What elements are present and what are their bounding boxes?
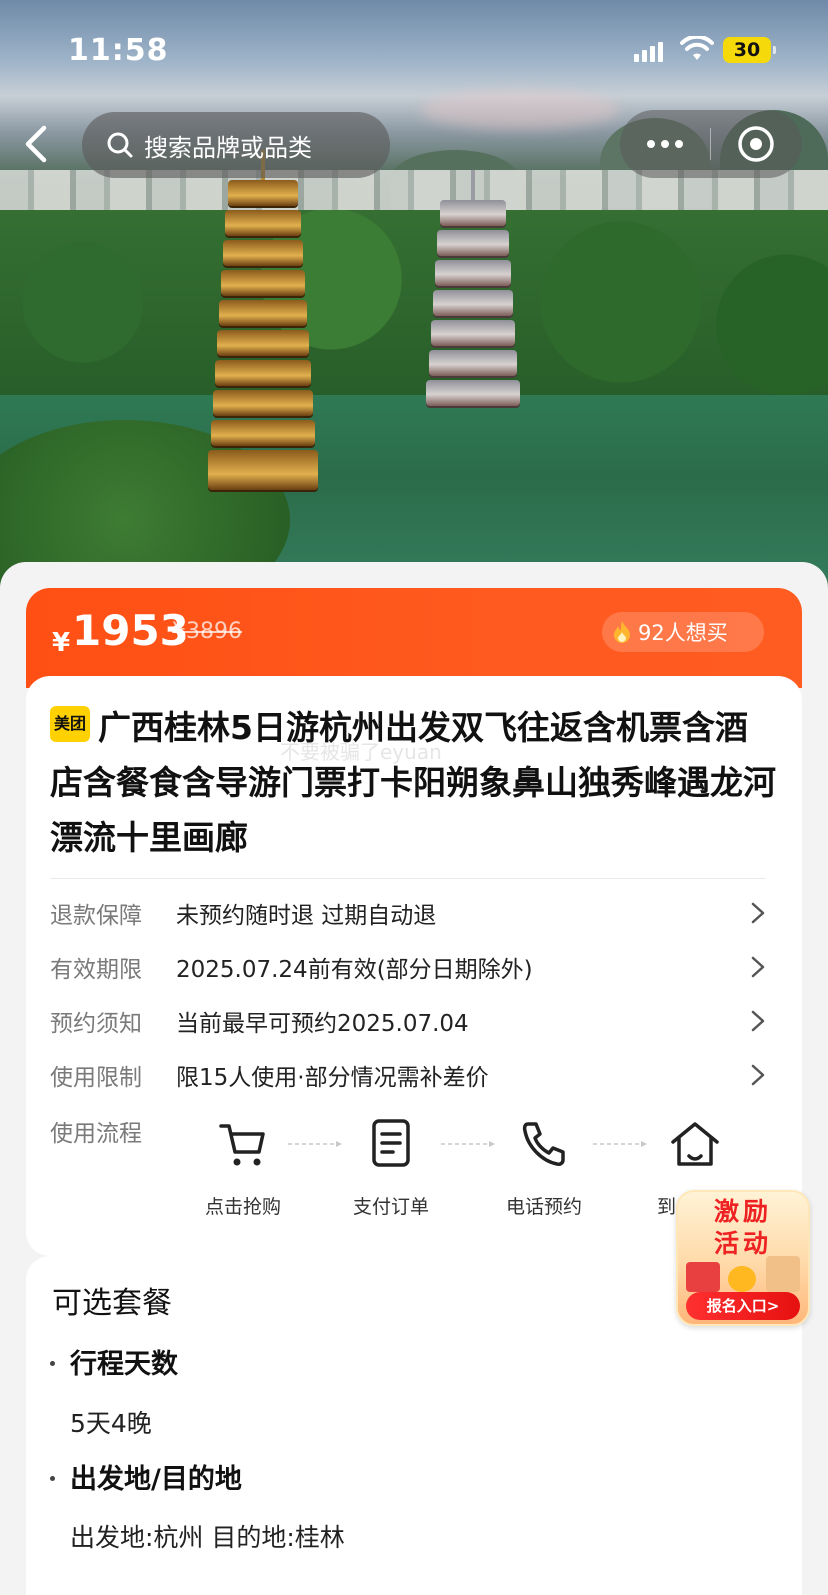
want-count-text: 92人想买 [638, 621, 728, 645]
drink-icon [766, 1256, 800, 1292]
package-section-title: 可选套餐 [52, 1286, 172, 1321]
golden-pagoda [208, 150, 318, 494]
close-miniapp-button[interactable] [711, 110, 801, 178]
chevron-right-icon [751, 1010, 765, 1032]
info-row-usage-limit[interactable]: 使用限制 限15人使用·部分情况需补差价 [50, 1055, 770, 1095]
incentive-activity-widget[interactable]: 激励 活动 报名入口> [676, 1190, 810, 1326]
original-price: ¥3896 [172, 619, 242, 644]
popcorn-icon [686, 1262, 720, 1292]
promo-title-line: 激励 [713, 1197, 772, 1226]
battery-indicator: 30 [723, 37, 776, 63]
back-button[interactable] [20, 122, 60, 166]
bullet-dot [50, 1361, 55, 1366]
miniapp-capsule [620, 110, 802, 178]
flow-step-pay: 支付订单 [336, 1116, 446, 1219]
package-value[interactable]: 5天4晚 [70, 1404, 152, 1440]
currency-symbol: ¥ [52, 628, 71, 658]
bullet-dot [50, 1476, 55, 1481]
phone-icon [522, 1122, 565, 1166]
package-heading: 行程天数 [70, 1349, 178, 1380]
coin-icon [728, 1266, 756, 1292]
target-icon [738, 126, 774, 162]
cloud [420, 90, 620, 130]
home-icon [671, 1122, 719, 1166]
wifi-icon [680, 34, 714, 66]
info-row-label: 使用限制 [50, 1065, 142, 1091]
info-row-value: 当前最早可预约2025.07.04 [176, 1011, 469, 1037]
want-count-badge: 92人想买 [602, 612, 764, 652]
flow-step-buy: 点击抢购 [188, 1116, 298, 1219]
hero-image [0, 0, 828, 600]
info-row-label: 有效期限 [50, 957, 142, 983]
silver-pagoda [418, 170, 528, 410]
watermark: 不要被骗了eyuan [280, 740, 442, 764]
search-icon [107, 132, 133, 158]
flow-step-label: 电话预约 [505, 1196, 582, 1218]
search-placeholder: 搜索品牌或品类 [144, 133, 312, 162]
package-heading: 出发地/目的地 [70, 1464, 242, 1495]
promo-title: 激励 活动 [678, 1196, 808, 1260]
info-row-refund[interactable]: 退款保障 未预约随时退 过期自动退 [50, 893, 770, 933]
signal-icon [634, 42, 663, 62]
status-time: 11:58 [68, 33, 169, 68]
chevron-left-icon [25, 125, 47, 163]
info-row-label: 退款保障 [50, 903, 142, 929]
chevron-right-icon [751, 1064, 765, 1086]
document-icon [372, 1119, 410, 1167]
flame-icon [614, 621, 630, 643]
product-title: 广西桂林5日游杭州出发双飞往返含机票含酒店含餐食含导游门票打卡阳朔象鼻山独秀峰遇… [50, 708, 776, 857]
info-row-booking[interactable]: 预约须知 当前最早可预约2025.07.04 [50, 1001, 770, 1041]
info-row-value: 2025.07.24前有效(部分日期除外) [176, 957, 533, 983]
info-row-value: 限15人使用·部分情况需补差价 [176, 1065, 489, 1091]
flow-label: 使用流程 [50, 1121, 142, 1147]
chevron-right-icon [751, 902, 765, 924]
more-button[interactable] [620, 110, 710, 178]
info-row-value: 未预约随时退 过期自动退 [176, 903, 437, 929]
chevron-right-icon [751, 956, 765, 978]
divider [50, 878, 766, 879]
search-input[interactable]: 搜索品牌或品类 [82, 112, 390, 178]
flow-step-label: 点击抢购 [204, 1196, 281, 1218]
info-row-validity[interactable]: 有效期限 2025.07.24前有效(部分日期除外) [50, 947, 770, 987]
flow-step-call: 电话预约 [489, 1116, 599, 1219]
package-value[interactable]: 出发地:杭州 目的地:桂林 [70, 1518, 345, 1554]
info-row-label: 预约须知 [50, 1011, 142, 1037]
signup-entry-button[interactable]: 报名入口> [686, 1292, 800, 1320]
cart-icon [219, 1124, 265, 1166]
flow-step-label: 支付订单 [352, 1196, 429, 1218]
